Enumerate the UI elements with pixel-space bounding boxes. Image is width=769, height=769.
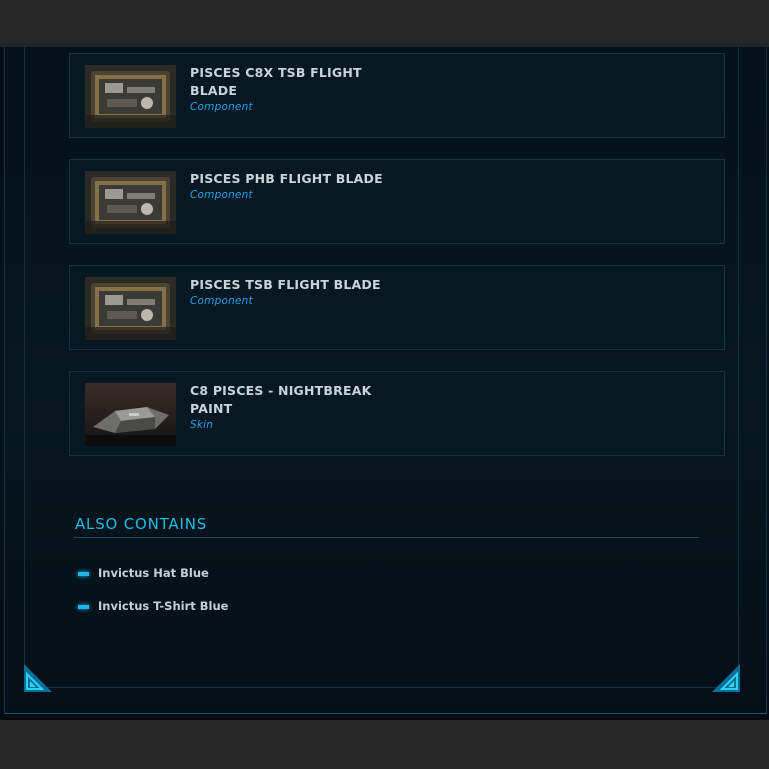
- inner-panel: [24, 47, 739, 688]
- list-item: PISCES C8X TSB FLIGHT BLADE Component: [69, 53, 725, 138]
- section-title: ALSO CONTAINS: [75, 515, 208, 533]
- item-type: Skin: [190, 419, 214, 431]
- list-item: PISCES TSB FLIGHT BLADE Component: [69, 265, 725, 350]
- corner-accent-icon: [24, 664, 52, 692]
- flight-blade-thumbnail: [85, 277, 176, 340]
- list-item: PISCES PHB FLIGHT BLADE Component: [69, 159, 725, 244]
- section-divider: [74, 537, 699, 538]
- item-type: Component: [190, 189, 253, 201]
- bullet-icon: [78, 605, 89, 609]
- flight-blade-thumbnail: [85, 171, 176, 234]
- viewport: PISCES C8X TSB FLIGHT BLADE Component PI…: [0, 0, 769, 769]
- item-title: PISCES PHB FLIGHT BLADE: [190, 171, 383, 186]
- also-contains-item: Invictus Hat Blue: [98, 566, 209, 580]
- flight-blade-thumbnail: [85, 65, 176, 128]
- item-type: Component: [190, 101, 253, 113]
- list-item: C8 PISCES - NIGHTBREAK PAINT Skin: [69, 371, 725, 456]
- item-title: C8 PISCES - NIGHTBREAK PAINT: [190, 383, 372, 416]
- item-type: Component: [190, 295, 253, 307]
- also-contains-item: Invictus T-Shirt Blue: [98, 599, 229, 613]
- item-title: PISCES TSB FLIGHT BLADE: [190, 277, 381, 292]
- ship-paint-thumbnail: [85, 383, 176, 446]
- pledge-contents-page: PISCES C8X TSB FLIGHT BLADE Component PI…: [0, 47, 769, 720]
- corner-accent-icon: [712, 664, 740, 692]
- bullet-icon: [78, 572, 89, 576]
- item-title: PISCES C8X TSB FLIGHT BLADE: [190, 65, 362, 98]
